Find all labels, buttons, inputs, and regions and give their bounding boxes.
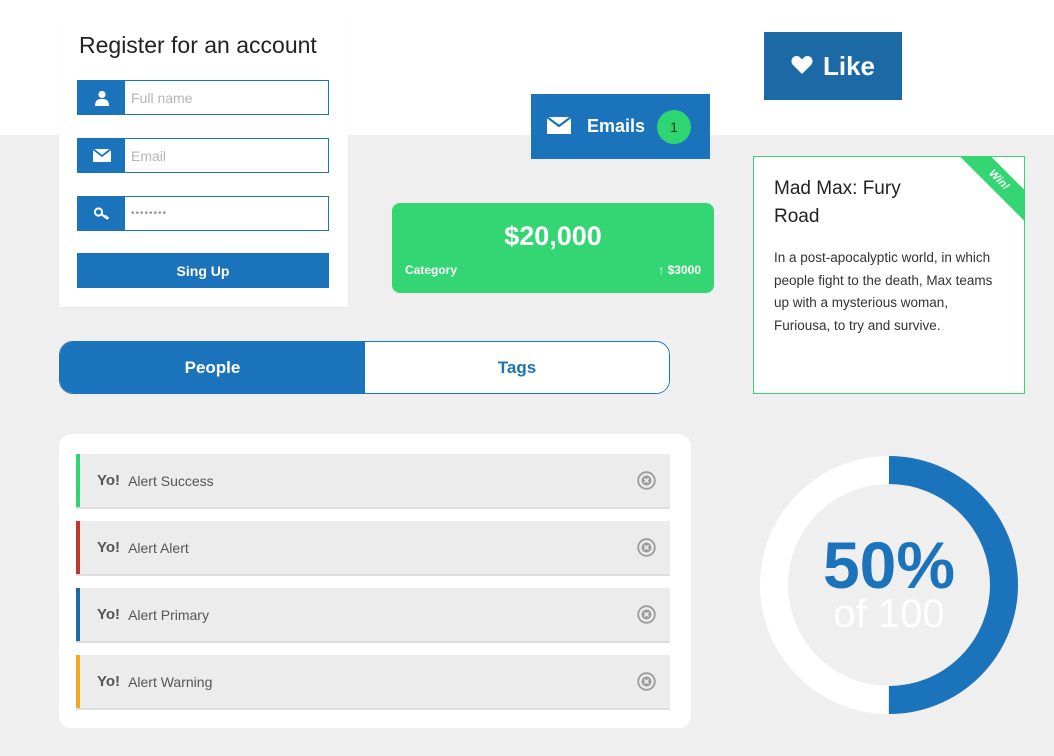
movie-description: In a post-apocalyptic world, in which pe…	[774, 250, 993, 333]
alert-success: Yo! Alert Success	[76, 454, 670, 507]
heart-icon	[791, 51, 813, 82]
signup-button[interactable]: Sing Up	[77, 253, 329, 288]
movie-title: Mad Max: Fury Road	[774, 178, 901, 227]
alert-prefix: Yo!	[97, 673, 121, 690]
close-circle-icon[interactable]	[637, 672, 656, 691]
password-field	[77, 196, 329, 231]
emails-count-badge: 1	[657, 109, 692, 144]
progress-ring: 50% of 100	[758, 454, 1020, 716]
email-input[interactable]	[125, 139, 328, 172]
envelope-icon	[546, 115, 572, 137]
like-label: Like	[822, 50, 876, 81]
like-button[interactable]: Like	[764, 32, 902, 100]
password-input[interactable]	[125, 197, 328, 230]
alert-primary: Yo! Alert Primary	[76, 588, 670, 641]
email-field	[77, 138, 329, 173]
progress-sub-label: of 100	[833, 592, 945, 636]
register-card: Register for an account Sing Up	[59, 18, 348, 307]
emails-button[interactable]: Emails 1	[531, 94, 710, 159]
emails-label: Emails	[587, 116, 646, 136]
people-tags-toggle: People Tags	[59, 341, 670, 394]
envelope-icon	[78, 139, 125, 172]
close-circle-icon[interactable]	[637, 538, 656, 557]
register-title: Register for an account	[79, 32, 317, 58]
user-icon	[78, 81, 125, 114]
close-circle-icon[interactable]	[637, 605, 656, 624]
movie-card: Win! Mad Max: Fury Road In a post-apocal…	[753, 156, 1025, 394]
stat-change: ↑ $3000	[658, 263, 701, 277]
alert-message: Alert Warning	[128, 673, 213, 690]
tab-tags[interactable]: Tags	[365, 342, 669, 393]
close-circle-icon[interactable]	[637, 471, 656, 490]
alerts-card: Yo! Alert Success Yo! Alert Alert Yo! Al…	[59, 434, 691, 728]
key-icon	[78, 197, 125, 230]
tab-people[interactable]: People	[60, 342, 365, 393]
progress-percent: 50%	[822, 528, 956, 602]
stat-category: Category	[405, 263, 458, 277]
alert-prefix: Yo!	[97, 472, 121, 489]
stat-card: $20,000 Category ↑ $3000	[392, 203, 714, 293]
stat-value: $20,000	[504, 221, 602, 251]
alert-prefix: Yo!	[97, 606, 121, 623]
alert-prefix: Yo!	[97, 539, 121, 556]
fullname-field	[77, 80, 329, 115]
alert-alert: Yo! Alert Alert	[76, 521, 670, 574]
alert-warning: Yo! Alert Warning	[76, 655, 670, 708]
alert-message: Alert Primary	[128, 606, 209, 623]
win-ribbon: Win!	[952, 157, 1024, 227]
alert-message: Alert Alert	[128, 539, 189, 556]
fullname-input[interactable]	[125, 81, 328, 114]
alert-message: Alert Success	[128, 472, 214, 489]
